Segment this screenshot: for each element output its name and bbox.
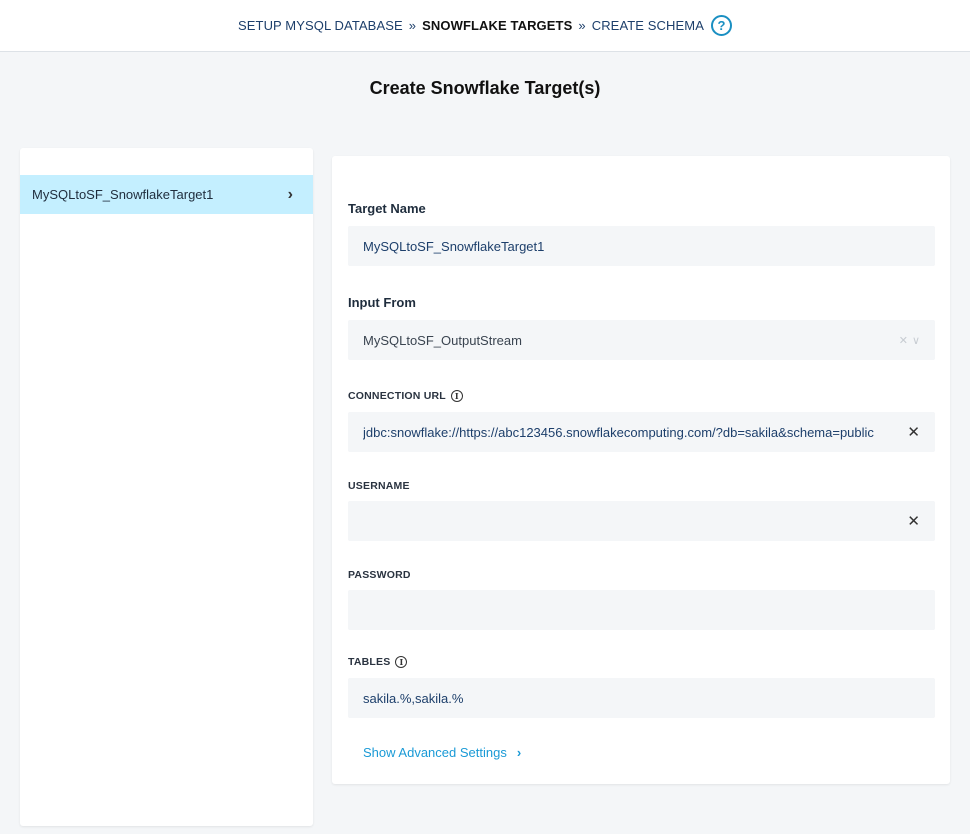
help-icon[interactable]: ? xyxy=(711,15,732,36)
target-name-input[interactable]: MySQLtoSF_SnowflakeTarget1 xyxy=(348,226,935,266)
input-from-label: Input From xyxy=(348,295,416,310)
chevron-right-icon: › xyxy=(516,745,522,760)
chevron-down-icon[interactable]: ∨ xyxy=(912,334,920,347)
breadcrumb-snowflake-targets: SNOWFLAKE TARGETS xyxy=(422,18,573,33)
info-icon[interactable]: i xyxy=(450,390,463,402)
clear-icon[interactable]: ✕ xyxy=(907,423,920,441)
connection-url-label: CONNECTION URL i xyxy=(348,390,463,402)
username-label: USERNAME xyxy=(348,480,410,492)
connection-url-input[interactable]: jdbc:snowflake://https://abc123456.snowf… xyxy=(348,412,935,452)
page-title: Create Snowflake Target(s) xyxy=(369,78,601,98)
breadcrumb-separator: » xyxy=(578,18,586,33)
tables-input[interactable]: sakila.%,sakila.% xyxy=(348,678,935,718)
show-advanced-settings-link[interactable]: Show Advanced Settings › xyxy=(363,745,521,760)
breadcrumb-separator: » xyxy=(408,18,417,33)
chevron-right-icon: › xyxy=(287,185,293,203)
tables-value: sakila.%,sakila.% xyxy=(363,690,464,706)
show-advanced-settings-label: Show Advanced Settings xyxy=(363,745,507,760)
clear-icon[interactable]: ✕ xyxy=(899,334,908,347)
targets-sidebar: MySQLtoSF_SnowflakeTarget1 › xyxy=(20,148,313,826)
target-name-label: Target Name xyxy=(348,201,426,216)
password-input[interactable] xyxy=(348,590,935,630)
username-input[interactable]: ✕ xyxy=(348,501,935,541)
password-label: PASSWORD xyxy=(348,569,411,581)
breadcrumb-bar: SETUP MYSQL DATABASE » SNOWFLAKE TARGETS… xyxy=(0,0,970,52)
clear-icon[interactable]: ✕ xyxy=(907,512,920,530)
sidebar-item-label: MySQLtoSF_SnowflakeTarget1 xyxy=(32,187,214,202)
tables-label-text: TABLES xyxy=(348,656,391,668)
target-name-value: MySQLtoSF_SnowflakeTarget1 xyxy=(363,238,545,254)
sidebar-item-target1[interactable]: MySQLtoSF_SnowflakeTarget1 › xyxy=(20,175,313,214)
input-from-value: MySQLtoSF_OutputStream xyxy=(363,332,522,348)
tables-label: TABLES i xyxy=(348,656,408,668)
breadcrumb-create-schema[interactable]: CREATE SCHEMA xyxy=(592,18,704,33)
input-from-select[interactable]: MySQLtoSF_OutputStream ✕ ∨ xyxy=(348,320,935,360)
connection-url-label-text: CONNECTION URL xyxy=(348,390,446,402)
breadcrumb-setup-mysql[interactable]: SETUP MYSQL DATABASE xyxy=(238,18,403,33)
target-form-panel: Target Name MySQLtoSF_SnowflakeTarget1 I… xyxy=(332,156,950,784)
connection-url-value: jdbc:snowflake://https://abc123456.snowf… xyxy=(363,424,874,440)
info-icon[interactable]: i xyxy=(395,656,408,668)
